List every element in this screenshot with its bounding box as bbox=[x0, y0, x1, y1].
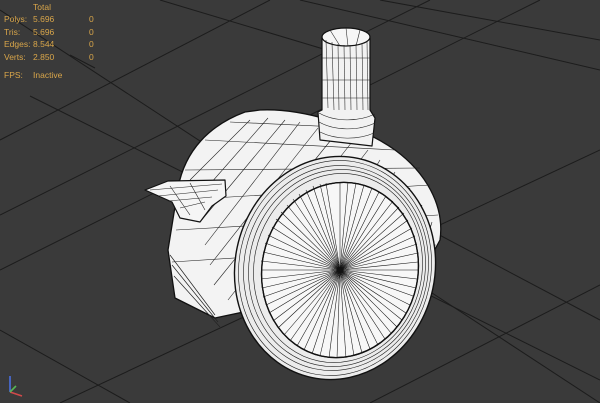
stats-total-value: 8.544 bbox=[33, 39, 55, 50]
stats-table: Total Polys: 5.696 0 Tris: 5.696 0 Edges… bbox=[4, 1, 94, 81]
stats-total-header: Total bbox=[33, 2, 51, 12]
x-axis-line bbox=[9, 391, 23, 397]
stats-total-value: 5.696 bbox=[33, 14, 55, 25]
stats-row-polys: Polys: 5.696 0 bbox=[4, 13, 94, 25]
stats-selected-value: 0 bbox=[89, 14, 94, 25]
stats-selected-value: 0 bbox=[89, 39, 94, 50]
stats-label: Edges: bbox=[4, 39, 31, 50]
stats-total-value: 5.696 bbox=[33, 26, 55, 37]
xyz-axis-icon[interactable] bbox=[2, 370, 28, 400]
stats-selected-value: 0 bbox=[89, 51, 94, 62]
stats-row-edges: Edges: 8.544 0 bbox=[4, 38, 94, 50]
stats-total-value: 2.850 bbox=[33, 51, 55, 62]
caster-stem bbox=[317, 27, 376, 147]
stats-header-row: Total bbox=[4, 1, 94, 13]
caster-wheel-model[interactable] bbox=[144, 27, 456, 398]
viewport-perspective[interactable]: Total Polys: 5.696 0 Tris: 5.696 0 Edges… bbox=[0, 0, 600, 403]
stats-row-fps: FPS: Inactive bbox=[4, 69, 94, 81]
viewport-statistics: Total Polys: 5.696 0 Tris: 5.696 0 Edges… bbox=[4, 1, 94, 81]
stats-label: Tris: bbox=[4, 26, 21, 37]
fps-value: Inactive bbox=[33, 70, 63, 81]
stats-selected-value: 0 bbox=[89, 26, 94, 37]
y-axis-line bbox=[9, 385, 17, 393]
stats-label: Verts: bbox=[4, 51, 26, 62]
stats-row-tris: Tris: 5.696 0 bbox=[4, 26, 94, 38]
stats-label: Polys: bbox=[4, 14, 28, 25]
fps-label: FPS: bbox=[4, 70, 23, 81]
stats-row-verts: Verts: 2.850 0 bbox=[4, 51, 94, 63]
